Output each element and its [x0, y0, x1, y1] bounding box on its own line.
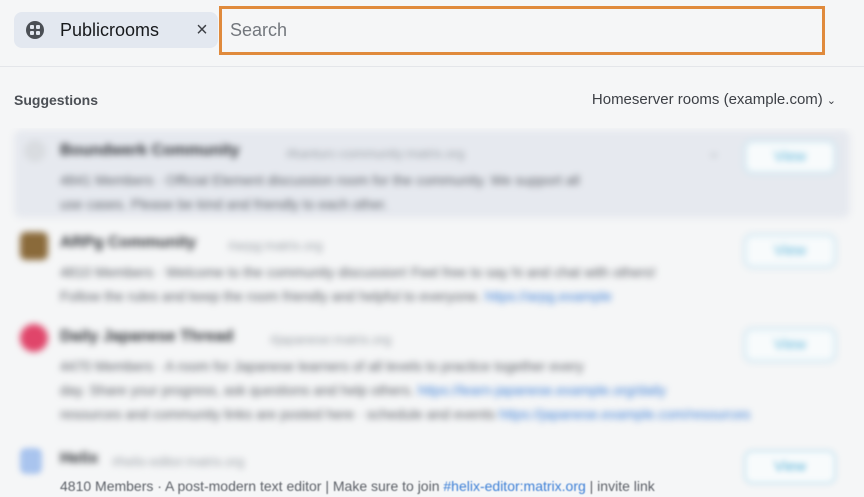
room-description-text: resources and community links are posted…	[60, 406, 496, 422]
room-description: use cases. Please be kind and friendly t…	[60, 196, 388, 212]
room-link[interactable]: https://learn-japanese.example.org/daily	[418, 382, 666, 398]
chevron-down-icon: ⌄	[826, 95, 836, 107]
room-alias: #arpg:matrix.org	[228, 238, 323, 253]
room-description-text: Follow the rules and keep the room frien…	[60, 288, 482, 304]
public-rooms-icon	[26, 21, 44, 39]
room-avatar	[20, 448, 42, 474]
room-alias: #japanese:matrix.org	[270, 332, 392, 347]
view-room-button[interactable]: View	[744, 450, 836, 484]
room-link[interactable]: https://arpg.example	[485, 288, 612, 304]
public-rooms-filter-chip: Publicrooms ×	[14, 12, 218, 48]
room-result[interactable]: ARPg Community #arpg:matrix.org 4810 Mem…	[14, 226, 850, 312]
room-link[interactable]: #helix-editor:matrix.org	[443, 478, 585, 494]
room-description-text: | invite link	[589, 478, 655, 494]
room-avatar	[24, 140, 46, 162]
room-alias: #kanturc-community:matrix.org	[286, 146, 465, 161]
room-result[interactable]: Boundwerk Community #kanturc-community:m…	[14, 130, 850, 218]
room-description: day. Share your progress, ask questions …	[60, 382, 666, 398]
room-name: Daily Japanese Thread	[60, 328, 234, 345]
room-description-text: 4810 Members · A post-modern text editor…	[60, 478, 440, 494]
remove-filter-icon[interactable]: ×	[192, 18, 212, 42]
room-scope-dropdown[interactable]: Homeserver rooms (example.com) ⌄	[592, 91, 836, 108]
room-description: 4841 Members · Official Element discussi…	[60, 172, 580, 188]
view-room-button[interactable]: View	[744, 328, 836, 362]
room-name: Boundwerk Community	[60, 142, 240, 159]
room-avatar	[20, 324, 48, 352]
room-link[interactable]: https://japanese.example.com/resources	[499, 406, 750, 422]
room-description: Follow the rules and keep the room frien…	[60, 288, 612, 304]
search-field[interactable]	[219, 6, 825, 55]
room-avatar	[20, 232, 48, 260]
room-description-text: day. Share your progress, ask questions …	[60, 382, 414, 398]
view-room-button[interactable]: View	[744, 234, 836, 268]
room-results-list: Boundwerk Community #kanturc-community:m…	[0, 128, 864, 497]
suggestions-heading: Suggestions	[14, 92, 99, 108]
room-description: 4810 Members · Welcome to the community …	[60, 264, 656, 280]
filter-chip-label: Publicrooms	[60, 20, 160, 40]
search-input[interactable]	[222, 9, 822, 52]
room-description: 4810 Members · A post-modern text editor…	[60, 478, 655, 494]
room-name: ARPg Community	[60, 234, 196, 251]
chevron-down-icon: ⌄	[708, 144, 720, 160]
room-result[interactable]: Daily Japanese Thread #japanese:matrix.o…	[14, 320, 850, 432]
room-name: Helix	[60, 450, 99, 467]
room-description: resources and community links are posted…	[60, 406, 750, 422]
view-room-button[interactable]: View	[744, 140, 836, 174]
room-alias: #helix-editor:matrix.org	[112, 454, 245, 469]
room-description: 4470 Members · A room for Japanese learn…	[60, 358, 584, 374]
room-scope-label: Homeserver rooms (example.com)	[591, 91, 823, 108]
header-divider	[0, 66, 864, 67]
